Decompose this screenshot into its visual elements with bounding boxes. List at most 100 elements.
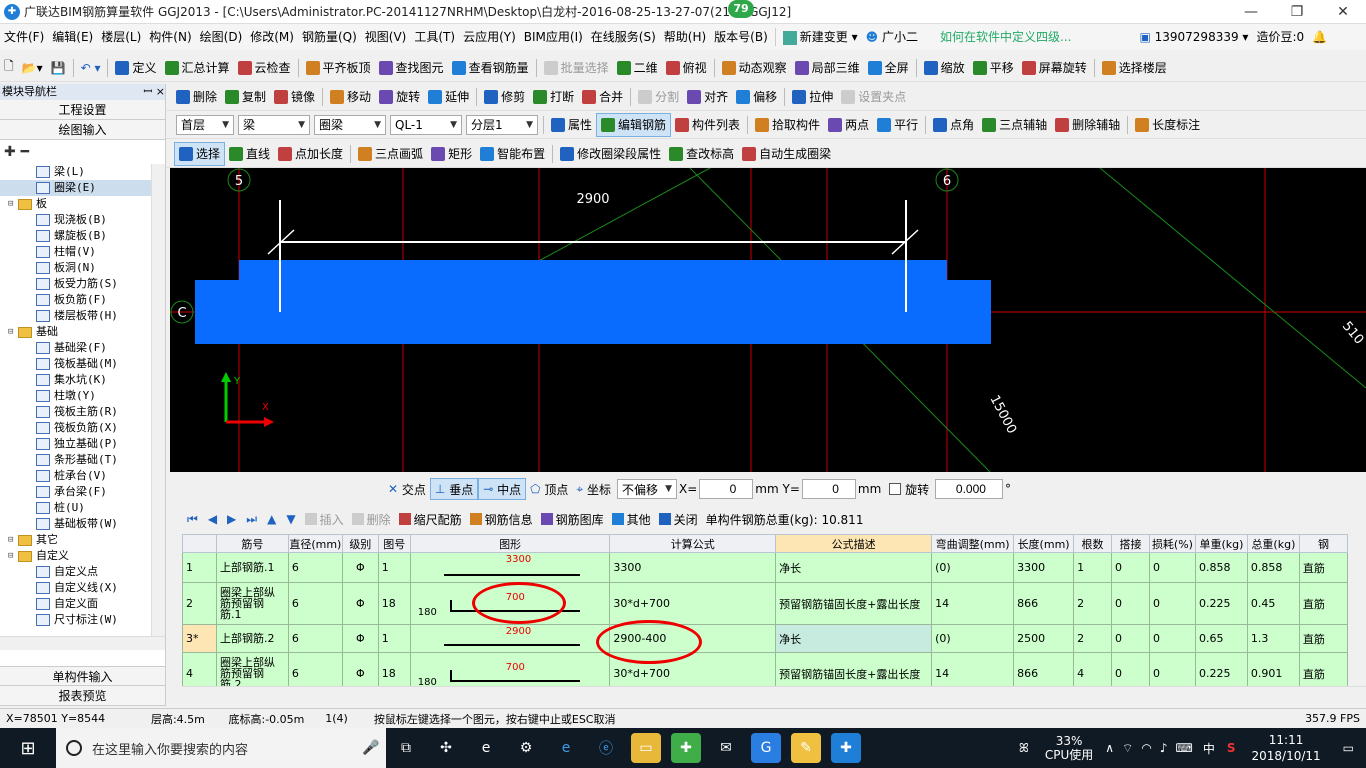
ie-icon[interactable]: e [471, 733, 501, 763]
assistant-menu[interactable]: ☻ 广小二 [862, 24, 922, 50]
cell-grade[interactable]: Φ [341, 652, 379, 686]
pin-close-icon[interactable]: ꟷ × [143, 84, 165, 100]
midpoint-snap[interactable]: ⊸ 中点 [478, 478, 527, 500]
toolbar-button-tb4-5[interactable]: 智能布置 [476, 142, 549, 166]
tree-item[interactable]: 承台梁(F) [0, 484, 165, 500]
tree-item[interactable]: 柱帽(V) [0, 244, 165, 260]
rebar-button-3[interactable]: 钢筋信息 [466, 511, 537, 528]
column-header[interactable]: 图形 [409, 534, 611, 553]
bell-icon[interactable]: 🔔 [1308, 24, 1331, 50]
toolbar-button-tb4-2[interactable]: 点加长度 [274, 142, 347, 166]
table-row[interactable]: 2 圈梁上部纵筋预留钢筋.1 6 Φ 18 700 180 30*d+700 预留钢筋锚固长度+… [182, 582, 1348, 625]
wifi-icon[interactable]: ◠ [1137, 741, 1155, 755]
menu-item-2[interactable]: 楼层(L) [97, 24, 145, 50]
cell-lap[interactable]: 0 [1111, 582, 1150, 625]
layer-select[interactable]: 分层1 ▼ [466, 114, 538, 135]
category-select[interactable]: 梁 ▼ [238, 114, 310, 135]
cell-lap[interactable]: 0 [1111, 552, 1150, 583]
toolbar-button-tb2-1[interactable]: 复制 [221, 85, 270, 109]
toolbar-button-tb3-2[interactable]: 构件列表 [671, 113, 744, 137]
ring-beam-segment[interactable] [239, 260, 947, 344]
component-select[interactable]: QL-1 ▼ [390, 114, 462, 135]
cell-rn[interactable]: 3* [182, 624, 217, 653]
menu-item-0[interactable]: 文件(F) [0, 24, 48, 50]
toolbar-button-tb1-1[interactable]: 汇总计算 [161, 56, 234, 80]
cell-bend[interactable]: 14 [931, 582, 1015, 625]
cell-loss[interactable]: 0 [1148, 582, 1196, 625]
cell-type[interactable]: 直筋 [1298, 582, 1348, 625]
single-component-input-button[interactable]: 单构件输入 [0, 666, 165, 686]
table-row[interactable]: 4 圈梁上部纵筋预留钢筋.2 6 Φ 18 700 180 30*d+700 预留钢筋锚固长度+… [182, 652, 1348, 686]
rebar-button-0[interactable]: 插入 [301, 511, 348, 528]
expand-icon[interactable]: ⊟ [8, 532, 18, 548]
tree-item[interactable]: 基础板带(W) [0, 516, 165, 532]
tree-hscrollbar[interactable] [0, 636, 165, 650]
cell-grade[interactable]: Φ [341, 582, 379, 625]
canvas-svg[interactable]: 5 6 C 2900 15000 510 Y X [170, 168, 1366, 472]
column-header[interactable] [182, 534, 217, 553]
cell-fig[interactable]: 1 [377, 624, 411, 653]
new-file-icon[interactable]: 🗋 [0, 56, 18, 80]
column-header[interactable]: 单重(kg) [1194, 534, 1248, 553]
toolbar-button-tb1-7[interactable]: 二维 [613, 56, 662, 80]
engineering-settings-button[interactable]: 工程设置 [0, 100, 165, 120]
toolbar-button-tb2-13[interactable]: 设置夹点 [837, 85, 910, 109]
close-button[interactable]: ✕ [1320, 0, 1366, 24]
column-header[interactable]: 弯曲调整(mm) [931, 534, 1015, 553]
cell-rn[interactable]: 2 [182, 582, 217, 625]
tray-expand-icon[interactable]: ∧ [1101, 741, 1118, 755]
tree-item[interactable]: 柱墩(Y) [0, 388, 165, 404]
toolbar-button-tb4-3[interactable]: 三点画弧 [354, 142, 427, 166]
cell-tw[interactable]: 0.901 [1246, 652, 1300, 686]
grid-vscrollbar[interactable] [1348, 534, 1366, 686]
toolbar-button-tb1-13[interactable]: 平移 [969, 56, 1018, 80]
glodon-icon[interactable]: ⚙ [511, 733, 541, 763]
cell-len[interactable]: 3300 [1013, 552, 1075, 583]
cell-shape[interactable]: 2900 [409, 624, 611, 653]
rotate-input[interactable] [934, 479, 1003, 499]
tree-item[interactable]: 现浇板(B) [0, 212, 165, 228]
toolbar-button-tb1-14[interactable]: 屏幕旋转 [1018, 56, 1091, 80]
toolbar-button-tb4-4[interactable]: 矩形 [427, 142, 476, 166]
toolbar-button-tb1-4[interactable]: 查找图元 [375, 56, 448, 80]
menu-item-6[interactable]: 钢筋量(Q) [298, 24, 361, 50]
people-icon[interactable]: ꕤ [1011, 741, 1037, 756]
x-input[interactable] [699, 479, 754, 499]
tree-item[interactable]: 桩承台(V) [0, 468, 165, 484]
column-header[interactable]: 总重(kg) [1246, 534, 1300, 553]
tree-item[interactable]: 圈梁(E) [0, 180, 165, 196]
tree-item[interactable]: 自定义面 [0, 596, 165, 612]
menu-item-8[interactable]: 工具(T) [410, 24, 459, 50]
type-select[interactable]: 圈梁 ▼ [314, 114, 386, 135]
toolbar-button-tb1-8[interactable]: 俯视 [662, 56, 711, 80]
tree-item[interactable]: 基础梁(F) [0, 340, 165, 356]
cell-name[interactable]: 上部钢筋.1 [215, 552, 289, 583]
record-nav-1[interactable]: ◀ [203, 512, 222, 526]
cell-len[interactable]: 866 [1013, 652, 1075, 686]
save-icon[interactable]: 💾 [47, 56, 70, 80]
edge-icon[interactable]: e [551, 733, 581, 763]
cell-fig[interactable]: 18 [377, 582, 411, 625]
column-header[interactable]: 公式描述 [775, 534, 933, 553]
menu-item-4[interactable]: 绘图(D) [196, 24, 247, 50]
cell-dia[interactable]: 6 [287, 624, 343, 653]
tree-item[interactable]: 螺旋板(B) [0, 228, 165, 244]
toolbar-button-tb2-6[interactable]: 修剪 [480, 85, 529, 109]
notification-icon[interactable]: ▭ [1331, 741, 1366, 755]
record-nav-3[interactable]: ⏭ [241, 512, 262, 527]
toolbar-button-tb3-5[interactable]: 平行 [873, 113, 922, 137]
cell-type[interactable]: 直筋 [1298, 652, 1348, 686]
coordinate-snap[interactable]: ⌖ 坐标 [572, 478, 615, 500]
drawing-canvas[interactable]: 5 6 C 2900 15000 510 Y X [170, 168, 1366, 472]
cell-grade[interactable]: Φ [341, 624, 379, 653]
cell-bend[interactable]: 14 [931, 652, 1015, 686]
cell-fig[interactable]: 1 [377, 552, 411, 583]
toolbar-button-tb3-1[interactable]: 编辑钢筋 [596, 112, 672, 137]
tree-item[interactable]: 独立基础(P) [0, 436, 165, 452]
cell-len[interactable]: 866 [1013, 582, 1075, 625]
menu-item-10[interactable]: BIM应用(I) [520, 24, 587, 50]
open-file-icon[interactable]: 📂▾ [18, 56, 47, 80]
rebar-button-4[interactable]: 钢筋图库 [537, 511, 608, 528]
rebar-button-6[interactable]: 关闭 [655, 511, 702, 528]
cell-bend[interactable]: (0) [931, 624, 1015, 653]
